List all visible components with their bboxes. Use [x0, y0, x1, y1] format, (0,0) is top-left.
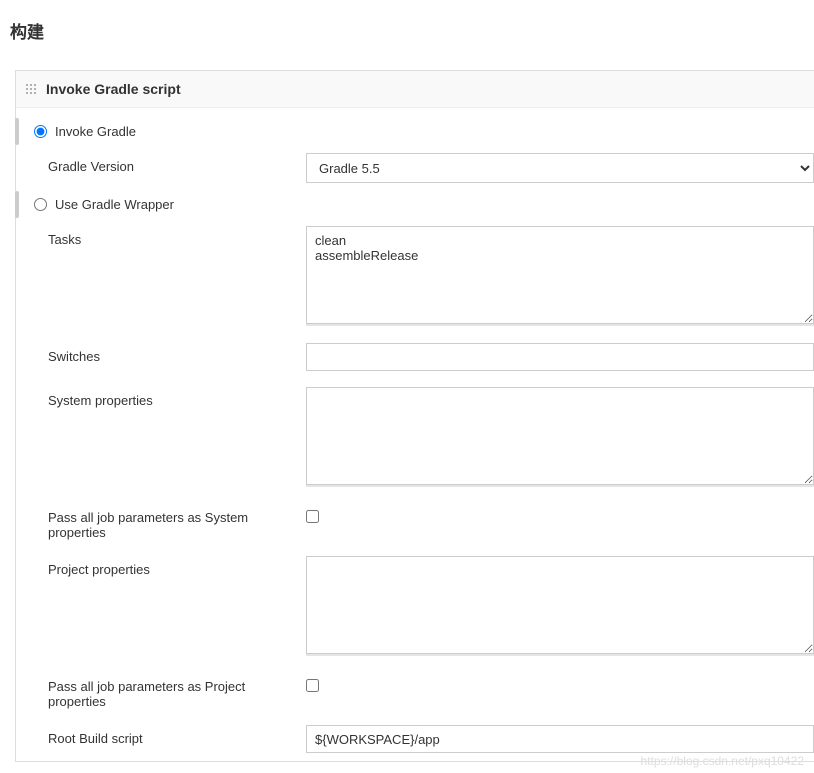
tasks-row: Tasks clean assembleRelease — [26, 218, 814, 335]
page-title: 构建 — [0, 0, 814, 55]
pass-project-checkbox[interactable] — [306, 679, 319, 692]
pass-project-label: Pass all job parameters as Project prope… — [26, 673, 306, 709]
section-header[interactable]: Invoke Gradle script — [16, 71, 814, 108]
tasks-textarea[interactable]: clean assembleRelease — [306, 226, 814, 324]
project-properties-textarea[interactable] — [306, 556, 814, 654]
pass-project-row: Pass all job parameters as Project prope… — [26, 665, 814, 717]
switches-input[interactable] — [306, 343, 814, 371]
switches-label: Switches — [26, 343, 306, 364]
project-properties-label: Project properties — [26, 556, 306, 577]
root-build-label: Root Build script — [26, 725, 306, 746]
drag-handle-icon[interactable] — [24, 82, 38, 96]
use-wrapper-radio-row: Use Gradle Wrapper — [26, 191, 814, 218]
gradle-version-select[interactable]: Gradle 5.5 — [306, 153, 814, 183]
use-wrapper-radio[interactable] — [34, 198, 47, 211]
project-properties-row: Project properties — [26, 548, 814, 665]
invoke-gradle-radio-row: Invoke Gradle — [26, 118, 814, 145]
radio-inactive-indicator — [15, 191, 19, 218]
system-properties-label: System properties — [26, 387, 306, 408]
use-wrapper-label: Use Gradle Wrapper — [55, 197, 174, 212]
pass-system-row: Pass all job parameters as System proper… — [26, 496, 814, 548]
system-properties-textarea[interactable] — [306, 387, 814, 485]
form-body: Invoke Gradle Gradle Version Gradle 5.5 … — [16, 108, 814, 761]
switches-row: Switches — [26, 335, 814, 379]
root-build-row: Root Build script — [26, 717, 814, 761]
invoke-gradle-label: Invoke Gradle — [55, 124, 136, 139]
radio-active-indicator — [15, 118, 19, 145]
invoke-gradle-radio[interactable] — [34, 125, 47, 138]
pass-system-label: Pass all job parameters as System proper… — [26, 504, 306, 540]
tasks-label: Tasks — [26, 226, 306, 247]
system-properties-row: System properties — [26, 379, 814, 496]
gradle-version-label: Gradle Version — [26, 153, 306, 174]
section-title: Invoke Gradle script — [46, 81, 181, 97]
pass-system-checkbox[interactable] — [306, 510, 319, 523]
gradle-version-row: Gradle Version Gradle 5.5 — [26, 145, 814, 191]
build-section: Invoke Gradle script Invoke Gradle Gradl… — [15, 70, 814, 762]
root-build-input[interactable] — [306, 725, 814, 753]
